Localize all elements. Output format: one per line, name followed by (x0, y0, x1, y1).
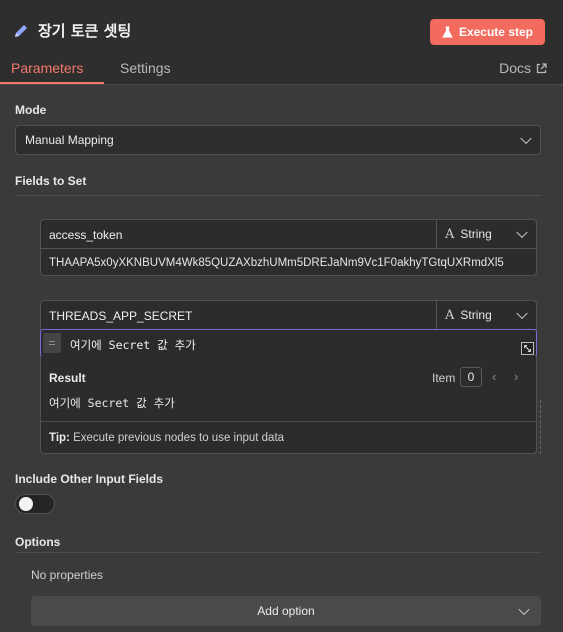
mode-value: Manual Mapping (25, 133, 114, 147)
drag-guide (540, 400, 541, 454)
section-divider (15, 195, 541, 196)
expression-input[interactable]: 여기에 Secret 값 추가 (70, 337, 196, 353)
field-type-label: String (460, 227, 492, 241)
options-divider (15, 552, 541, 553)
expression-editor[interactable]: = 여기에 Secret 값 추가 (40, 329, 537, 357)
item-label: Item (432, 371, 456, 385)
expression-equals-icon: = (43, 333, 61, 353)
result-title: Result (49, 371, 86, 385)
tab-settings[interactable]: Settings (120, 60, 171, 76)
chevron-down-icon (518, 603, 530, 616)
tab-parameters[interactable]: Parameters (11, 60, 83, 76)
flask-icon (442, 26, 453, 38)
title-row: 장기 토큰 셋팅 (12, 20, 131, 41)
fields-to-set-label: Fields to Set (15, 174, 87, 188)
chevron-down-icon (516, 307, 528, 320)
string-type-icon: A (445, 307, 455, 323)
execute-step-button[interactable]: Execute step (429, 19, 545, 45)
expand-icon[interactable] (521, 342, 534, 355)
external-link-icon (536, 62, 547, 73)
execute-step-label: Execute step (458, 25, 533, 39)
field-access-token: access_token A String THAAPA5x0yXKNBUVM4… (40, 219, 537, 276)
tip-separator (41, 421, 536, 422)
field-type-select[interactable]: A String (436, 220, 536, 248)
add-option-button[interactable]: Add option (31, 596, 541, 626)
expression-result-panel: Result Item 0 ‹ › 여기에 Secret 값 추가 Tip: E… (40, 356, 537, 454)
field-value-input[interactable]: THAAPA5x0yXKNBUVM4Wk85QUZAXbzhUMm5DREJaN… (49, 257, 536, 269)
node-header: 장기 토큰 셋팅 Execute step Parameters Setting… (0, 0, 563, 85)
string-type-icon: A (445, 226, 455, 242)
field-threads-app-secret: THREADS_APP_SECRET A String (40, 300, 537, 330)
toggle-knob (19, 497, 33, 511)
mode-select[interactable]: Manual Mapping (15, 125, 541, 155)
tab-bar: Parameters Settings Docs (0, 60, 563, 85)
chevron-down-icon (516, 226, 528, 239)
field-name-input[interactable]: THREADS_APP_SECRET (49, 309, 192, 323)
field-type-select[interactable]: A String (436, 301, 536, 329)
node-title[interactable]: 장기 토큰 셋팅 (38, 20, 131, 41)
tip-text: Tip: Execute previous nodes to use input… (49, 432, 284, 444)
no-properties-text: No properties (31, 568, 104, 582)
active-tab-indicator (0, 82, 104, 84)
tip-message: Execute previous nodes to use input data (69, 432, 285, 444)
pencil-icon[interactable] (12, 22, 30, 40)
field-type-label: String (460, 308, 492, 322)
include-other-toggle[interactable] (15, 494, 55, 514)
chevron-left-icon[interactable]: ‹ (492, 369, 496, 384)
chevron-right-icon[interactable]: › (514, 369, 518, 384)
tip-label: Tip: (49, 432, 70, 444)
mode-label: Mode (15, 103, 47, 117)
docs-link[interactable]: Docs (499, 60, 547, 76)
item-index-input[interactable]: 0 (460, 367, 482, 387)
row-separator (41, 248, 536, 249)
include-other-label: Include Other Input Fields (15, 472, 164, 486)
field-name-input[interactable]: access_token (49, 228, 122, 242)
options-label: Options (15, 535, 61, 549)
add-option-label: Add option (257, 604, 315, 618)
chevron-down-icon (520, 132, 532, 145)
docs-label: Docs (499, 60, 531, 76)
result-value: 여기에 Secret 값 추가 (49, 396, 175, 410)
